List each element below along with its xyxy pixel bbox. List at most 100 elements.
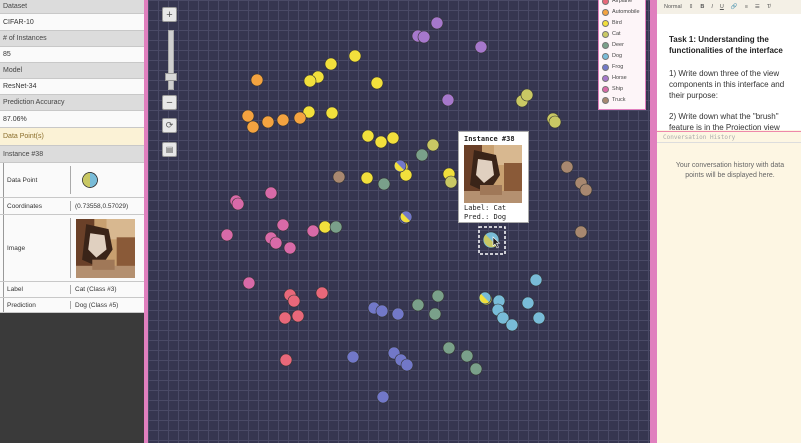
legend-item-cat[interactable]: Cat <box>602 29 621 39</box>
italic-button[interactable]: I <box>711 4 713 10</box>
data-point[interactable] <box>460 349 474 363</box>
data-point[interactable] <box>293 111 307 125</box>
data-point[interactable] <box>370 76 384 90</box>
data-point[interactable] <box>303 74 317 88</box>
data-point[interactable] <box>375 304 389 318</box>
data-point[interactable] <box>246 120 260 134</box>
data-point[interactable] <box>417 30 431 44</box>
legend-swatch <box>602 74 609 82</box>
data-point[interactable] <box>231 197 245 211</box>
clear-format-icon[interactable]: T̸ <box>767 4 770 10</box>
data-point[interactable] <box>329 220 343 234</box>
legend-item-automobile[interactable]: Automobile <box>602 7 640 17</box>
data-point[interactable] <box>505 318 519 332</box>
style-select[interactable]: Normal <box>664 4 682 10</box>
editor-toolbar: Normal ⇕ B I U 🔗 ≡ ☰ T̸ <box>657 0 801 15</box>
data-point[interactable] <box>278 311 292 325</box>
legend-item-truck[interactable]: Truck <box>602 95 626 105</box>
data-point[interactable] <box>269 236 283 250</box>
legend-label: Dog <box>612 53 623 59</box>
data-point[interactable] <box>444 175 458 189</box>
tooltip-title: Instance #38 <box>464 135 515 143</box>
data-point[interactable] <box>332 170 346 184</box>
data-point[interactable] <box>391 307 405 321</box>
data-point[interactable] <box>400 358 414 372</box>
data-point[interactable] <box>469 362 483 376</box>
data-point[interactable] <box>361 129 375 143</box>
data-point[interactable] <box>250 73 264 87</box>
data-point[interactable] <box>306 224 320 238</box>
bullet-list-icon[interactable]: ☰ <box>755 4 760 10</box>
data-point[interactable] <box>220 228 234 242</box>
legend-label: Deer <box>612 42 624 48</box>
data-point[interactable] <box>276 113 290 127</box>
data-point[interactable] <box>376 390 390 404</box>
legend-item-dog[interactable]: Dog <box>602 51 622 61</box>
legend-swatch <box>602 63 609 71</box>
legend-label: Ship <box>612 86 624 92</box>
data-point[interactable] <box>415 148 429 162</box>
task-title: Task 1: Understanding the functionalitie… <box>669 35 783 55</box>
legend-swatch <box>602 0 609 5</box>
data-point[interactable] <box>579 183 593 197</box>
data-point[interactable] <box>560 160 574 174</box>
data-point[interactable] <box>431 289 445 303</box>
data-point[interactable] <box>442 341 456 355</box>
legend-item-bird[interactable]: Bird <box>602 18 622 28</box>
data-point-mixed[interactable] <box>399 210 413 224</box>
notes-panel: Normal ⇕ B I U 🔗 ≡ ☰ T̸ Task 1: Understa… <box>657 0 801 443</box>
data-point[interactable] <box>324 57 338 71</box>
data-point[interactable] <box>411 298 425 312</box>
data-point[interactable] <box>574 225 588 239</box>
bold-button[interactable]: B <box>700 4 704 10</box>
data-point[interactable] <box>426 138 440 152</box>
data-point[interactable] <box>325 106 339 120</box>
legend-item-horse[interactable]: Horse <box>602 73 627 83</box>
data-point[interactable] <box>241 109 255 123</box>
class-legend: Airplane Automobile Bird Cat Deer Dog Frog Hors… <box>598 0 646 110</box>
data-point[interactable] <box>264 186 278 200</box>
data-point-mixed[interactable] <box>478 291 492 305</box>
link-icon[interactable]: 🔗 <box>731 4 738 10</box>
data-point[interactable] <box>430 16 444 30</box>
data-point[interactable] <box>360 171 374 185</box>
data-point[interactable] <box>318 220 332 234</box>
data-point-mixed[interactable] <box>393 159 407 173</box>
data-point[interactable] <box>374 135 388 149</box>
data-point[interactable] <box>529 273 543 287</box>
data-point[interactable] <box>287 294 301 308</box>
data-point[interactable] <box>315 286 329 300</box>
data-point[interactable] <box>346 350 360 364</box>
legend-item-deer[interactable]: Deer <box>602 40 624 50</box>
data-point[interactable] <box>386 131 400 145</box>
data-point[interactable] <box>377 177 391 191</box>
data-point[interactable] <box>532 311 546 325</box>
legend-swatch <box>602 96 609 104</box>
data-point[interactable] <box>291 309 305 323</box>
task-editor[interactable]: Task 1: Understanding the functionalitie… <box>657 14 801 130</box>
conversation-header: Conversation History <box>657 131 801 143</box>
data-point[interactable] <box>279 353 293 367</box>
data-point[interactable] <box>520 88 534 102</box>
ordered-list-icon[interactable]: ≡ <box>745 4 748 10</box>
tooltip-image <box>464 145 522 203</box>
legend-item-frog[interactable]: Frog <box>602 62 623 72</box>
data-point[interactable] <box>474 40 488 54</box>
legend-swatch <box>602 19 609 27</box>
data-point[interactable] <box>548 115 562 129</box>
underline-button[interactable]: U <box>720 4 724 10</box>
data-point[interactable] <box>261 115 275 129</box>
data-point[interactable] <box>441 93 455 107</box>
data-point[interactable] <box>348 49 362 63</box>
data-point[interactable] <box>276 218 290 232</box>
style-select-chevron-icon[interactable]: ⇕ <box>689 4 694 10</box>
legend-label: Airplane <box>612 0 633 4</box>
data-point[interactable] <box>283 241 297 255</box>
legend-swatch <box>602 30 609 38</box>
legend-swatch <box>602 52 609 60</box>
legend-item-airplane[interactable]: Airplane <box>602 0 632 6</box>
data-point[interactable] <box>428 307 442 321</box>
data-point[interactable] <box>242 276 256 290</box>
legend-item-ship[interactable]: Ship <box>602 84 623 94</box>
data-point[interactable] <box>521 296 535 310</box>
